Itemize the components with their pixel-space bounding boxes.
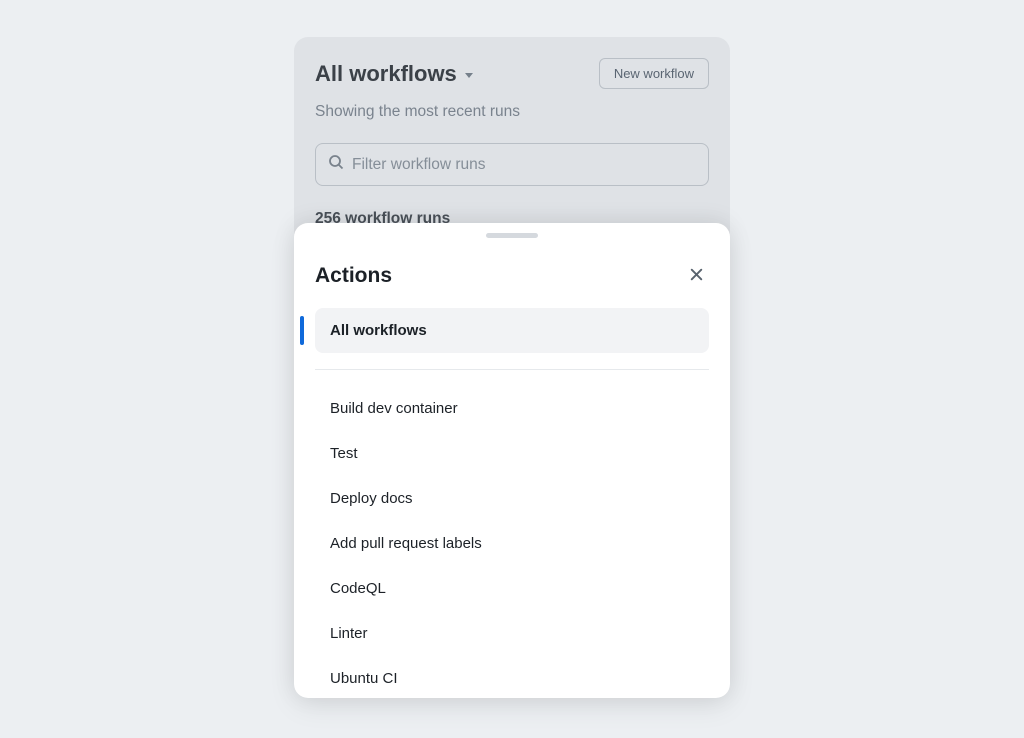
actions-sheet: Actions All workflows Build dev containe… (294, 223, 730, 698)
workflow-item[interactable]: Add pull request labels (315, 521, 709, 566)
workflow-item[interactable]: Test (315, 431, 709, 476)
search-icon (328, 154, 344, 175)
panel-subtitle: Showing the most recent runs (315, 103, 709, 121)
selection-indicator (300, 316, 304, 345)
workflow-item[interactable]: Linter (315, 611, 709, 656)
sheet-header: Actions (294, 238, 730, 308)
filter-runs-search[interactable] (315, 143, 709, 186)
workflow-item[interactable]: Ubuntu CI (315, 656, 709, 698)
panel-header: All workflows New workflow (315, 58, 709, 89)
selected-workflow-label: All workflows (315, 308, 709, 353)
sheet-title: Actions (315, 264, 392, 288)
selected-workflow-item[interactable]: All workflows (300, 308, 724, 353)
workflow-item[interactable]: Deploy docs (315, 476, 709, 521)
workflow-list: Build dev container Test Deploy docs Add… (300, 386, 724, 698)
filter-runs-input[interactable] (352, 156, 696, 174)
workflow-item[interactable]: Build dev container (315, 386, 709, 431)
sheet-body: All workflows Build dev container Test D… (294, 308, 730, 698)
panel-title: All workflows (315, 61, 457, 87)
caret-down-icon (465, 73, 473, 78)
new-workflow-button[interactable]: New workflow (599, 58, 709, 89)
workflow-item[interactable]: CodeQL (315, 566, 709, 611)
divider (315, 369, 709, 370)
close-button[interactable] (684, 262, 709, 290)
close-icon (688, 271, 705, 286)
workflows-dropdown-trigger[interactable]: All workflows (315, 61, 473, 87)
